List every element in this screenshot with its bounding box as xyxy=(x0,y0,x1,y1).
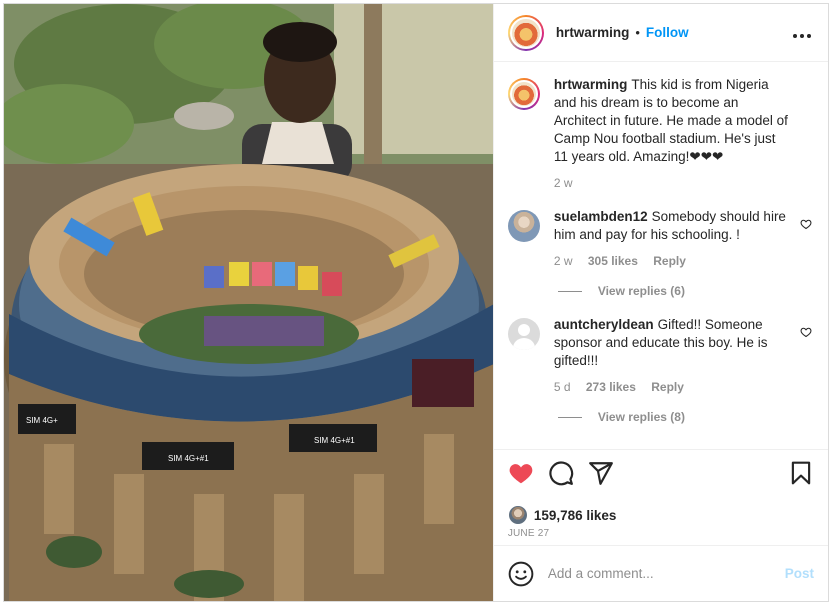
likes-summary[interactable]: 159,786 likes xyxy=(507,505,617,525)
likes-count[interactable]: 159,786 likes xyxy=(534,508,617,523)
comment-username[interactable]: auntcheryldean xyxy=(554,317,654,332)
add-comment-bar: Post xyxy=(493,545,828,601)
panel-label-1: SIM 4G+#1 xyxy=(168,454,209,463)
separator-dot: • xyxy=(635,25,640,40)
emoji-icon[interactable] xyxy=(508,561,534,587)
heart-outline-icon[interactable] xyxy=(800,326,812,338)
author-avatar[interactable] xyxy=(507,14,544,51)
caption-username[interactable]: hrtwarming xyxy=(554,77,628,92)
caption-avatar[interactable] xyxy=(507,78,540,110)
view-replies-button[interactable]: View replies (8) xyxy=(557,410,812,424)
heart-icon[interactable] xyxy=(508,460,534,486)
comments-list[interactable]: hrtwarming This kid is from Nigeria and h… xyxy=(494,62,828,449)
view-replies-button[interactable]: View replies (6) xyxy=(557,284,812,298)
comment-likes[interactable]: 305 likes xyxy=(588,254,638,268)
commenter-avatar[interactable] xyxy=(507,210,540,242)
bookmark-icon[interactable] xyxy=(788,460,814,486)
comment-username[interactable]: suelambden12 xyxy=(554,209,648,224)
author-username[interactable]: hrtwarming xyxy=(556,25,630,40)
panel-label-3: SIM 4G+#1 xyxy=(314,436,355,445)
view-replies-label: View replies (8) xyxy=(597,410,685,424)
action-bar xyxy=(493,449,828,506)
panel-label-2: SIM 4G+ xyxy=(26,416,58,425)
stadium-model-photo: SIM 4G+#1 SIM 4G+ SIM 4G+#1 xyxy=(4,4,493,601)
post-modal: SIM 4G+#1 SIM 4G+ SIM 4G+#1 hrtwarming •… xyxy=(3,3,829,602)
caption: hrtwarming This kid is from Nigeria and h… xyxy=(507,76,812,192)
share-icon[interactable] xyxy=(588,460,614,486)
comment-input[interactable] xyxy=(547,566,785,581)
comment-icon[interactable] xyxy=(548,460,574,486)
comment-time[interactable]: 5 d xyxy=(554,380,571,394)
caption-time[interactable]: 2 w xyxy=(554,176,573,190)
more-horizontal-icon[interactable] xyxy=(792,23,812,43)
post-comment-button[interactable]: Post xyxy=(785,566,814,581)
reply-button[interactable]: Reply xyxy=(651,380,684,394)
comment-item: suelambden12 Somebody should hire him and… xyxy=(507,208,812,270)
liker-avatar[interactable] xyxy=(507,505,528,525)
comment-item: auntcheryldean Gifted!! Someone sponsor a… xyxy=(507,316,812,396)
post-sidebar: hrtwarming • Follow hrtwarming This kid i… xyxy=(492,4,828,601)
reply-button[interactable]: Reply xyxy=(653,254,686,268)
post-date[interactable]: JUNE 27 xyxy=(508,528,549,539)
post-header: hrtwarming • Follow xyxy=(493,4,828,62)
commenter-avatar[interactable] xyxy=(507,318,540,350)
view-replies-label: View replies (6) xyxy=(597,284,685,298)
heart-outline-icon[interactable] xyxy=(800,218,812,230)
follow-button[interactable]: Follow xyxy=(646,25,689,40)
post-photo[interactable]: SIM 4G+#1 SIM 4G+ SIM 4G+#1 xyxy=(4,4,493,601)
comment-likes[interactable]: 273 likes xyxy=(586,380,636,394)
comment-time[interactable]: 2 w xyxy=(554,254,573,268)
